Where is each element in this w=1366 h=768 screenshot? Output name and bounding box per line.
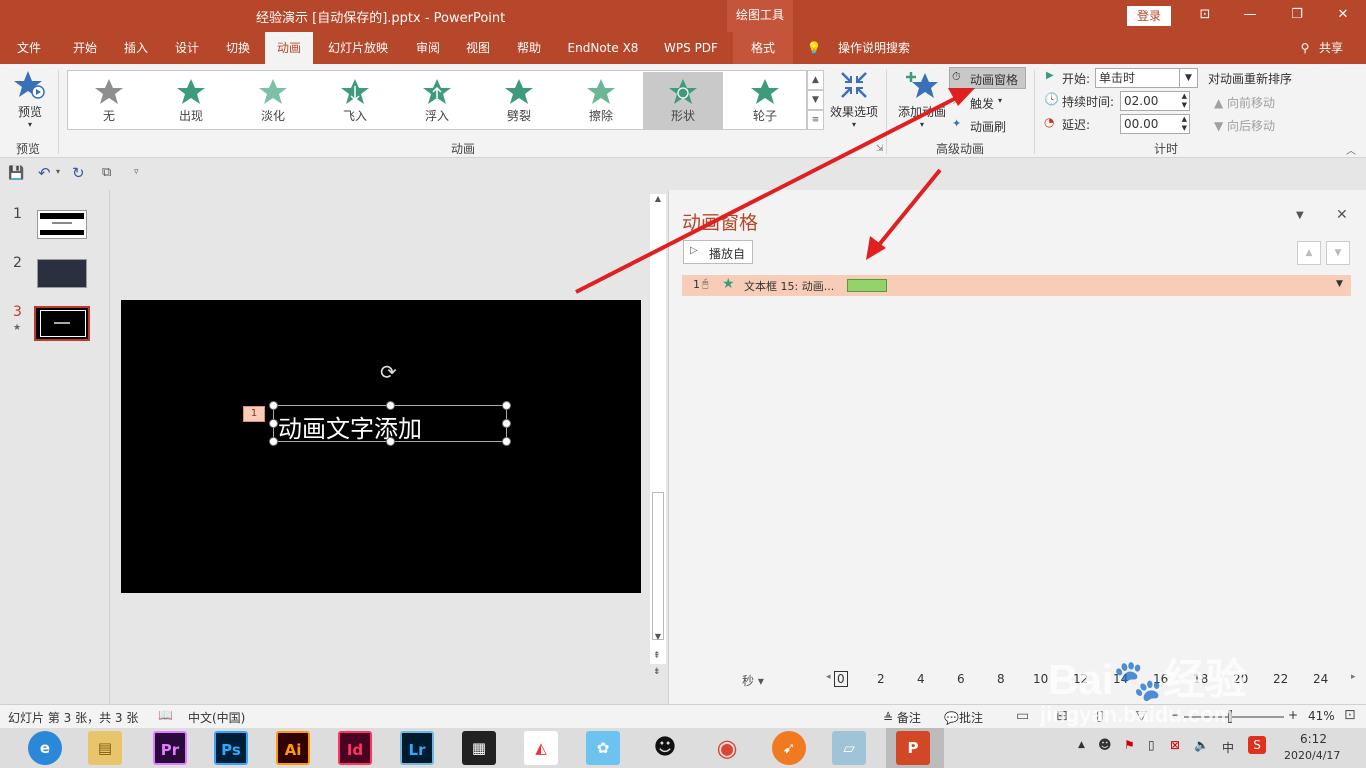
- annotation-arrows: [575, 88, 975, 294]
- arrow-to-pane: [876, 168, 942, 248]
- arrowhead-icon: [948, 88, 975, 106]
- arrow-to-pane-button: [575, 94, 961, 294]
